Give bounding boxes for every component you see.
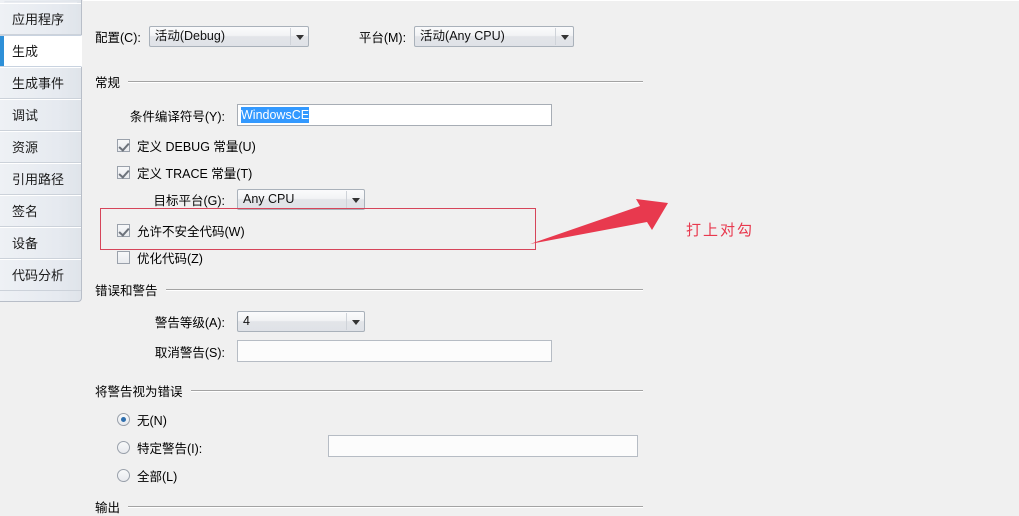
section-title: 将警告视为错误	[95, 385, 183, 399]
checkbox-icon	[117, 166, 130, 179]
divider	[346, 313, 347, 330]
sidebar-item-reference-paths[interactable]: 引用路径	[0, 163, 81, 195]
section-title: 错误和警告	[95, 284, 158, 298]
treat-warnings-none-radio[interactable]: 无(N)	[117, 410, 167, 429]
sidebar-item-label: 应用程序	[12, 12, 65, 27]
annotation-text: 打上对勾	[686, 222, 755, 239]
sidebar-item-label: 生成事件	[12, 76, 65, 91]
allow-unsafe-code-checkbox[interactable]: 允许不安全代码(W)	[117, 221, 245, 240]
treat-warnings-none-label: 无(N)	[137, 414, 167, 428]
sidebar-item-label: 资源	[12, 140, 39, 155]
treat-warnings-all-label: 全部(L)	[137, 470, 178, 484]
platform-dropdown-value: 活动(Any CPU)	[420, 29, 505, 43]
section-header-treat-warnings: 将警告视为错误	[95, 381, 643, 400]
divider	[555, 28, 557, 45]
define-debug-label: 定义 DEBUG 常量(U)	[137, 140, 256, 154]
allow-unsafe-code-label: 允许不安全代码(W)	[137, 225, 245, 239]
treat-warnings-all-radio[interactable]: 全部(L)	[117, 466, 177, 485]
category-sidebar: 应用程序 生成 生成事件 调试 资源 引用路径 签名 设备 代码分析	[0, 0, 82, 302]
section-divider	[190, 389, 643, 392]
optimize-code-checkbox[interactable]: 优化代码(Z)	[117, 248, 203, 267]
warning-level-label: 警告等级(A):	[154, 316, 225, 330]
sidebar-item-signing[interactable]: 签名	[0, 195, 81, 227]
section-title: 常规	[95, 76, 121, 90]
sidebar-item-code-analysis[interactable]: 代码分析	[0, 259, 81, 291]
platform-label: 平台(M):	[358, 31, 407, 45]
suppress-warnings-row: 取消警告(S):	[95, 340, 552, 362]
sidebar-item-label: 代码分析	[12, 268, 65, 283]
target-platform-value: Any CPU	[243, 192, 295, 206]
sidebar-item-build-events[interactable]: 生成事件	[0, 67, 81, 99]
checkbox-icon	[117, 251, 130, 264]
warning-level-dropdown[interactable]: 4	[237, 311, 365, 332]
configuration-dropdown-value: 活动(Debug)	[154, 29, 225, 43]
conditional-symbols-row: 条件编译符号(Y): WindowsCE	[95, 104, 552, 126]
suppress-warnings-label: 取消警告(S):	[154, 345, 225, 360]
conditional-symbols-value: WindowsCE	[241, 107, 310, 123]
build-settings-pane: 配置(C): 活动(Debug) 平台(M): 活动(Any CPU) 常规 条…	[83, 0, 1019, 516]
sidebar-item-label: 签名	[12, 204, 39, 219]
sidebar-item-label: 生成	[12, 44, 39, 59]
target-platform-label: 目标平台(G):	[153, 194, 225, 208]
target-platform-row: 目标平台(G): Any CPU	[95, 189, 365, 210]
warning-level-row: 警告等级(A): 4	[95, 311, 365, 332]
sidebar-item-label: 设备	[12, 236, 39, 251]
radio-icon	[117, 413, 130, 426]
chevron-down-icon	[352, 197, 360, 203]
suppress-warnings-input[interactable]	[237, 340, 552, 362]
sidebar-item-resources[interactable]: 资源	[0, 131, 81, 163]
chevron-down-icon	[295, 34, 304, 40]
conditional-symbols-input[interactable]: WindowsCE	[237, 104, 552, 126]
treat-warnings-specific-input[interactable]	[328, 435, 638, 457]
target-platform-dropdown[interactable]: Any CPU	[237, 189, 365, 210]
divider	[346, 191, 347, 208]
section-header-general: 常规	[95, 72, 643, 91]
define-trace-label: 定义 TRACE 常量(T)	[137, 167, 253, 181]
define-trace-checkbox[interactable]: 定义 TRACE 常量(T)	[117, 163, 252, 182]
configuration-label: 配置(C):	[95, 31, 141, 45]
sidebar-item-label: 调试	[12, 108, 39, 123]
section-header-errors-warnings: 错误和警告	[95, 280, 643, 299]
warning-level-value: 4	[243, 314, 250, 328]
section-divider	[128, 80, 643, 83]
section-title: 输出	[95, 501, 121, 515]
divider	[289, 28, 291, 45]
conditional-symbols-label: 条件编译符号(Y):	[129, 109, 225, 124]
radio-icon	[117, 469, 130, 482]
chevron-down-icon	[352, 319, 360, 325]
section-divider	[165, 288, 643, 291]
section-divider	[128, 505, 643, 508]
checkbox-icon	[117, 139, 130, 152]
checkbox-icon	[117, 224, 130, 237]
platform-dropdown[interactable]: 活动(Any CPU)	[414, 26, 575, 47]
radio-icon	[117, 441, 130, 454]
chevron-down-icon	[561, 34, 570, 40]
sidebar-item-build[interactable]: 生成	[0, 35, 82, 67]
section-header-output: 输出	[95, 497, 643, 516]
optimize-code-label: 优化代码(Z)	[137, 252, 203, 266]
define-debug-checkbox[interactable]: 定义 DEBUG 常量(U)	[117, 136, 256, 155]
sidebar-item-label: 引用路径	[12, 172, 65, 187]
sidebar-item-debug[interactable]: 调试	[0, 99, 81, 131]
configuration-toolbar: 配置(C): 活动(Debug) 平台(M): 活动(Any CPU)	[95, 26, 575, 47]
treat-warnings-specific-label: 特定警告(I):	[137, 442, 203, 456]
configuration-dropdown[interactable]: 活动(Debug)	[148, 26, 309, 47]
treat-warnings-specific-radio[interactable]: 特定警告(I):	[117, 438, 202, 457]
sidebar-item-devices[interactable]: 设备	[0, 227, 81, 259]
sidebar-item-application[interactable]: 应用程序	[0, 3, 81, 35]
